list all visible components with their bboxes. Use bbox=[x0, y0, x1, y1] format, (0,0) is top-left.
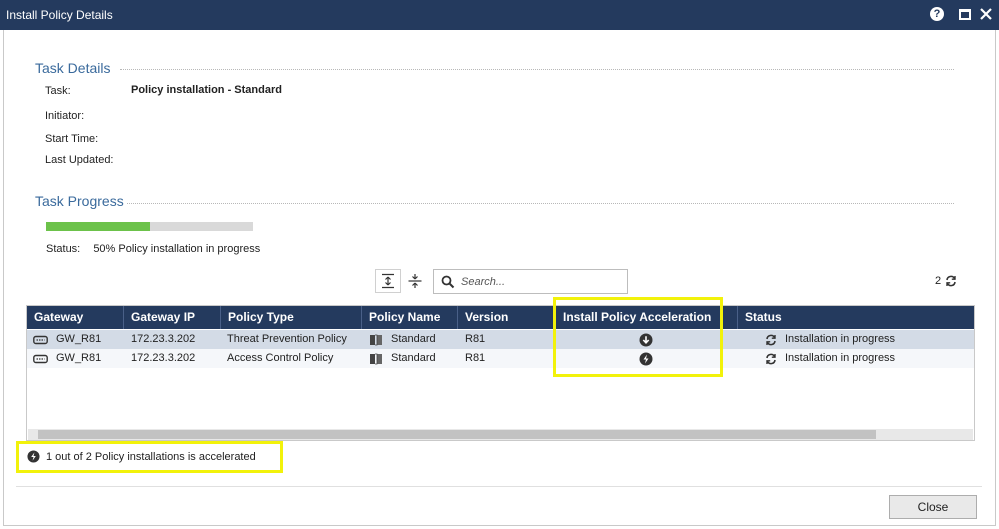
column-header-policy-name[interactable]: Policy Name bbox=[362, 306, 458, 329]
task-progress-heading: Task Progress bbox=[35, 193, 124, 209]
progress-bar bbox=[46, 222, 253, 231]
search-box[interactable] bbox=[433, 269, 628, 294]
gateway-cell: GW_R81 bbox=[27, 330, 101, 349]
gateway-ip-cell: 172.23.3.202 bbox=[131, 352, 196, 364]
table-row[interactable]: GW_R81 172.23.3.202 Access Control Polic… bbox=[27, 349, 974, 368]
status-value: Installation in progress bbox=[785, 333, 896, 345]
progress-bar-fill bbox=[46, 222, 150, 231]
task-details-divider bbox=[120, 69, 954, 70]
column-header-version[interactable]: Version bbox=[458, 306, 556, 329]
close-icon bbox=[980, 8, 992, 20]
start-time-label: Start Time: bbox=[45, 133, 99, 145]
status-cell: Installation in progress bbox=[759, 330, 895, 349]
policy-name: Standard bbox=[391, 352, 436, 364]
policy-type-cell: Threat Prevention Policy bbox=[227, 333, 347, 345]
gateway-icon bbox=[33, 354, 48, 364]
maximize-button[interactable] bbox=[957, 6, 973, 22]
policy-name-cell: Standard bbox=[363, 349, 436, 368]
collapse-all-icon bbox=[408, 274, 422, 288]
task-progress-divider bbox=[127, 203, 954, 204]
last-updated-label: Last Updated: bbox=[45, 154, 114, 166]
refresh-icon[interactable] bbox=[945, 275, 957, 287]
table-row[interactable]: GW_R81 172.23.3.202 Threat Prevention Po… bbox=[27, 330, 974, 349]
footer-divider bbox=[16, 486, 982, 487]
close-button[interactable]: Close bbox=[889, 495, 977, 519]
help-icon: ? bbox=[930, 7, 944, 21]
window-close-button[interactable] bbox=[978, 6, 994, 22]
window-title: Install Policy Details bbox=[6, 8, 113, 22]
in-progress-icon bbox=[765, 334, 777, 346]
status-value: Installation in progress bbox=[785, 352, 896, 364]
status-label: Status: bbox=[46, 243, 81, 255]
expand-all-icon bbox=[382, 273, 394, 289]
column-header-gateway[interactable]: Gateway bbox=[27, 306, 124, 329]
in-progress-icon bbox=[765, 353, 777, 365]
gateway-name: GW_R81 bbox=[56, 333, 102, 345]
scrollbar-thumb[interactable] bbox=[38, 430, 876, 439]
task-value: Policy installation - Standard bbox=[131, 84, 282, 96]
gateway-icon bbox=[33, 335, 48, 345]
row-count-value: 2 bbox=[935, 275, 942, 287]
initiator-label: Initiator: bbox=[45, 110, 85, 122]
acceleration-summary-highlight bbox=[16, 441, 283, 473]
gateway-cell: GW_R81 bbox=[27, 349, 101, 368]
task-details-heading: Task Details bbox=[35, 60, 111, 76]
policy-type-cell: Access Control Policy bbox=[227, 352, 334, 364]
help-button[interactable]: ? bbox=[929, 6, 945, 22]
horizontal-scrollbar[interactable] bbox=[28, 429, 973, 440]
status-text: 50% Policy installation in progress bbox=[93, 243, 261, 255]
policy-book-icon bbox=[369, 334, 383, 346]
status-cell: Installation in progress bbox=[759, 349, 895, 368]
column-header-status[interactable]: Status bbox=[738, 306, 974, 329]
policy-name: Standard bbox=[391, 333, 436, 345]
column-header-gateway-ip[interactable]: Gateway IP bbox=[124, 306, 221, 329]
version-cell: R81 bbox=[465, 352, 486, 364]
version-cell: R81 bbox=[465, 333, 486, 345]
gateway-ip-cell: 172.23.3.202 bbox=[131, 333, 196, 345]
gateway-name: GW_R81 bbox=[56, 352, 102, 364]
installations-table: Gateway Gateway IP Policy Type Policy Na… bbox=[26, 305, 975, 441]
collapse-all-button[interactable] bbox=[402, 269, 428, 293]
column-header-policy-type[interactable]: Policy Type bbox=[221, 306, 362, 329]
maximize-icon bbox=[959, 8, 971, 20]
task-label: Task: bbox=[45, 85, 71, 97]
status-line: Status: 50% Policy installation in progr… bbox=[46, 243, 260, 255]
acceleration-column-highlight bbox=[553, 297, 723, 377]
row-count: 2 bbox=[935, 275, 957, 287]
title-bar: Install Policy Details ? bbox=[0, 0, 999, 30]
table-header: Gateway Gateway IP Policy Type Policy Na… bbox=[27, 306, 974, 329]
policy-book-icon bbox=[369, 353, 383, 365]
search-icon bbox=[441, 275, 455, 289]
policy-name-cell: Standard bbox=[363, 330, 436, 349]
search-input[interactable] bbox=[461, 274, 621, 290]
expand-all-button[interactable] bbox=[375, 269, 401, 293]
